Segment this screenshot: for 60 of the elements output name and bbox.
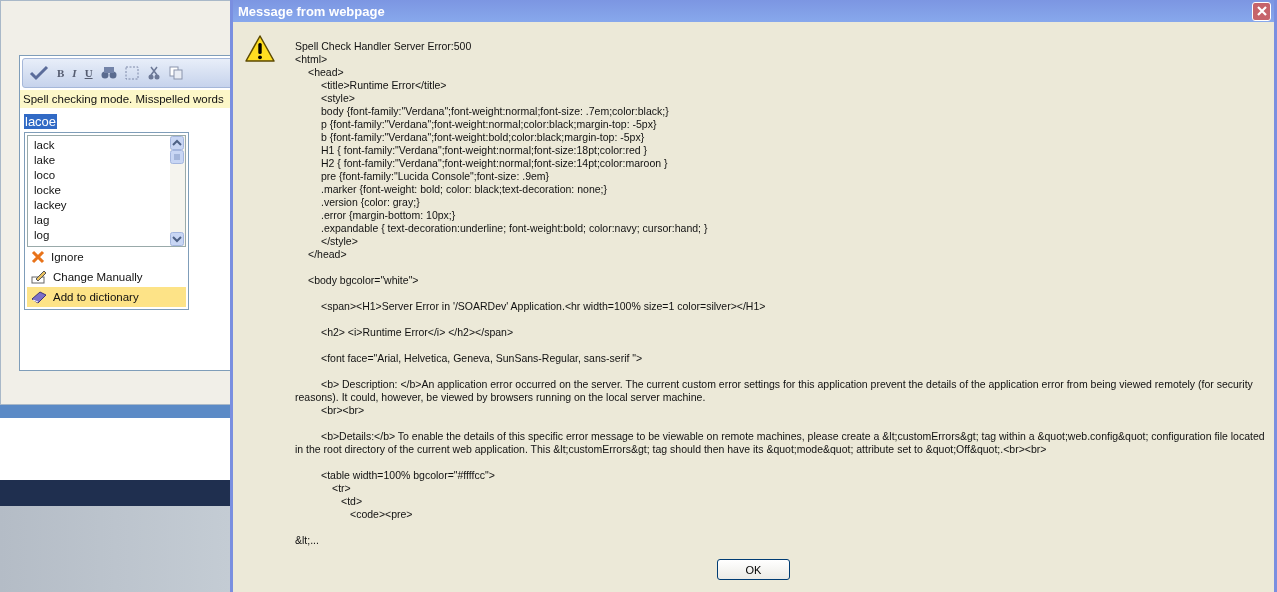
message-line: <body bgcolor="white"> (308, 274, 419, 286)
message-line: Spell Check Handler Server Error:500 (295, 40, 472, 52)
scroll-down-icon[interactable] (170, 232, 184, 246)
message-line: H2 { font-family:"Verdana";font-weight:normal;font-size:14pt;color:maroon } (321, 157, 668, 169)
message-line: <head> (308, 66, 344, 78)
scroll-up-icon[interactable] (170, 136, 184, 150)
close-button[interactable] (1252, 1, 1271, 21)
status-message: Spell checking mode. Misspelled words (20, 90, 230, 108)
menu-item[interactable]: Add to dictionary (27, 287, 186, 307)
format-button[interactable]: U (84, 67, 93, 79)
scissors-icon[interactable] (146, 66, 161, 80)
spellcheck-icon[interactable] (29, 65, 49, 81)
menu-item[interactable]: Change Manually (27, 267, 186, 287)
message-line: .expandable { text-decoration:underline; font-weight:bold; color:navy; cursor:hand; } (321, 222, 708, 234)
suggestion-item[interactable]: loco (34, 168, 170, 183)
suggestion-item[interactable]: lackey (34, 198, 170, 213)
message-line: <b>Details:</b> To enable the details of this specific error message to be viewable on remote machines, please create a &lt;customErrors&gt; tag within a &quot;web.config&quot; configuration file located in the root directory of the current web application. This &lt;customErrors&gt; tag should then have its &quot;mode&quot; attribute set to &quot;Off&quot;.<br><br> (295, 430, 1265, 455)
message-line: <title>Runtime Error</title> (321, 79, 447, 91)
book-icon (31, 290, 47, 304)
message-line: <td> (341, 495, 363, 507)
message-line: p {font-family:"Verdana";font-weight:normal;color:black;margin-top: -5px} (321, 118, 657, 130)
message-line: .error {margin-bottom: 10px;} (321, 209, 456, 221)
message-line: <table width=100% bgcolor="#ffffcc"> (321, 469, 495, 481)
message-line: <code><pre> (350, 508, 413, 520)
message-line: <b> Description: </b>An application error occurred on the server. The current custom error settings for this application prevent the details of the application error from being viewed remotely (for security reasons). It could, however, be viewed by browsers running on the local server machine. (295, 378, 1253, 403)
message-line: </head> (308, 248, 347, 260)
scroll-thumb[interactable] (170, 150, 184, 164)
message-line: <style> (321, 92, 355, 104)
message-line: .marker {font-weight: bold; color: black;text-decoration: none;} (321, 183, 607, 195)
suggestion-item[interactable]: lack (34, 138, 170, 153)
message-line: <font face="Arial, Helvetica, Geneva, SunSans-Regular, sans-serif "> (321, 352, 643, 364)
window-title: Message from webpage (238, 3, 385, 19)
message-line: pre {font-family:"Lucida Console";font-size: .9em} (321, 170, 550, 182)
suggestion-item[interactable]: locke (34, 183, 170, 198)
copy-icon[interactable] (168, 66, 183, 80)
scrollbar[interactable] (170, 136, 185, 246)
format-button[interactable]: I (72, 67, 77, 79)
message-line: <br><br> (321, 404, 365, 416)
suggestion-item[interactable]: log (34, 228, 170, 243)
message-line: b {font-family:"Verdana";font-weight:bold;color:black;margin-top: -5px} (321, 131, 645, 143)
suggestion-item[interactable]: lag (34, 213, 170, 228)
ok-button[interactable]: OK (717, 559, 790, 580)
close-icon (1255, 5, 1268, 17)
message-line: body {font-family:"Verdana";font-weight:normal;font-size: .7em;color:black;} (321, 105, 669, 117)
menu-item[interactable]: Ignore (27, 247, 186, 267)
message-line: </style> (321, 235, 358, 247)
misspelled-word: lacoe (24, 114, 58, 129)
message-line: <span><H1>Server Error in '/SOARDev' Application.<hr width=100% size=1 color=silver></H1> (321, 300, 766, 312)
message-line: <tr> (332, 482, 351, 494)
message-line: &lt;... (295, 534, 319, 546)
suggestion-item[interactable]: lake (34, 153, 170, 168)
message-line: <html> (295, 53, 328, 65)
warning-icon (245, 34, 275, 64)
message-line: <h2> <i>Runtime Error</i> </h2></span> (321, 326, 514, 338)
format-button[interactable]: B (57, 67, 65, 79)
binoculars-icon[interactable] (100, 66, 117, 80)
message-line: .version {color: gray;} (321, 196, 420, 208)
cross-icon (31, 250, 45, 264)
message-line: H1 { font-family:"Verdana";font-weight:normal;font-size:18pt;color:red } (321, 144, 648, 156)
pencil-icon (31, 270, 47, 284)
